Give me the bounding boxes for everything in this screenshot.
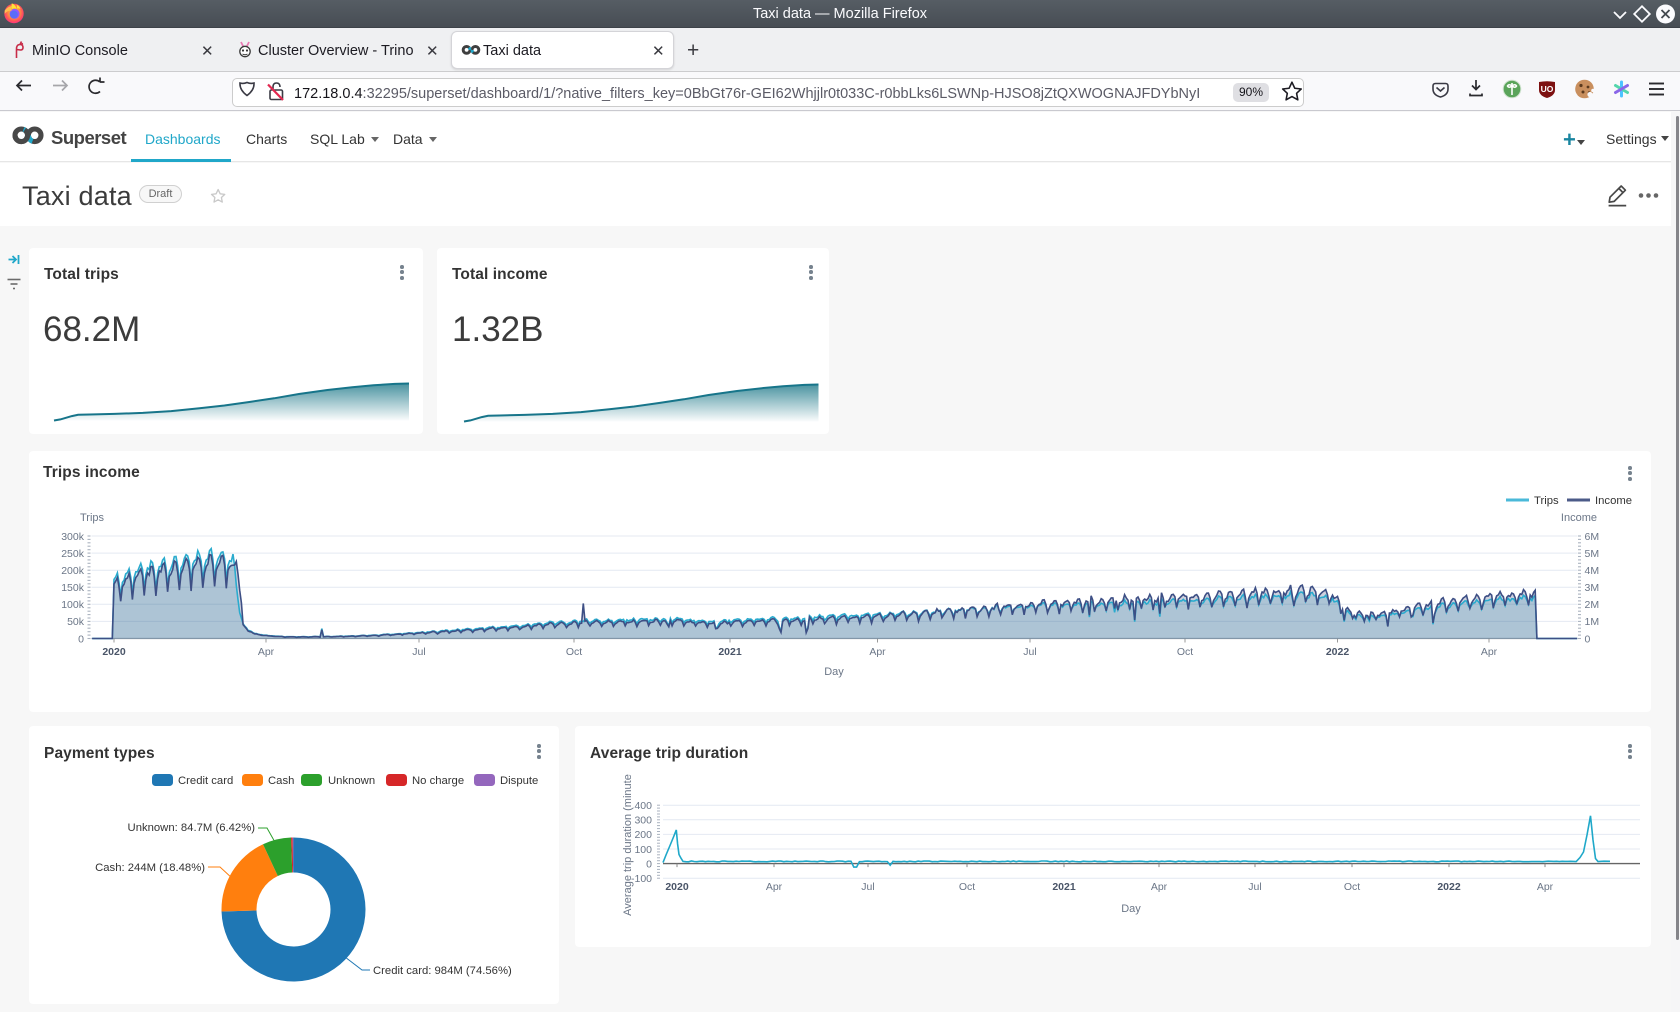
svg-text:Apr: Apr (766, 881, 783, 893)
svg-text:Jul: Jul (861, 881, 874, 893)
svg-text:2022: 2022 (1437, 881, 1461, 893)
svg-text:Oct: Oct (959, 881, 975, 893)
svg-text:2020: 2020 (665, 881, 689, 893)
svg-text:400: 400 (634, 800, 652, 812)
svg-text:2021: 2021 (1052, 881, 1076, 893)
svg-text:Apr: Apr (1537, 881, 1554, 893)
svg-text:200: 200 (634, 829, 652, 841)
svg-text:0: 0 (646, 858, 652, 870)
svg-text:300: 300 (634, 815, 652, 827)
svg-text:-100: -100 (631, 873, 652, 885)
svg-text:Jul: Jul (1248, 881, 1261, 893)
svg-text:100: 100 (634, 844, 652, 856)
svg-text:Average trip duration (minute: Average trip duration (minute (622, 774, 634, 916)
svg-text:Oct: Oct (1344, 881, 1360, 893)
svg-text:Day: Day (1121, 903, 1141, 915)
svg-text:Apr: Apr (1151, 881, 1168, 893)
